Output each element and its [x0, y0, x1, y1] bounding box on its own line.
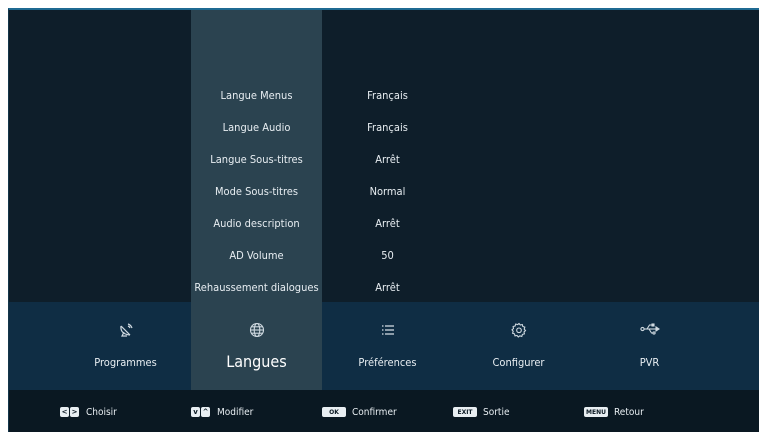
- category-label: Programmes: [94, 356, 157, 369]
- down-key-icon: v: [191, 407, 200, 417]
- up-down-keys: v ^: [191, 407, 211, 417]
- setting-label: Langue Menus: [220, 89, 293, 102]
- hint-label: Sortie: [483, 406, 510, 418]
- category-label: Langues: [226, 352, 287, 371]
- category-langues[interactable]: Langues: [191, 302, 322, 390]
- setting-row-subtitle-language[interactable]: Langue Sous-titres Arrêt: [9, 150, 759, 170]
- category-label: Configurer: [492, 356, 545, 369]
- settings-panel: Langue Menus Français Langue Audio Franç…: [9, 10, 759, 390]
- category-label: Préférences: [358, 356, 417, 369]
- list-icon: [322, 322, 453, 342]
- setting-value[interactable]: Arrêt: [322, 214, 453, 234]
- category-pvr[interactable]: PVR: [584, 302, 715, 390]
- hint-label: Choisir: [86, 406, 117, 418]
- category-bar: Programmes Langues Préférences Configure…: [9, 302, 759, 390]
- setting-label: AD Volume: [229, 249, 284, 262]
- up-key-icon: ^: [201, 407, 210, 417]
- usb-icon: [584, 322, 715, 342]
- setting-value[interactable]: 50: [322, 246, 453, 266]
- hint-label: Modifier: [217, 406, 254, 418]
- hint-choose: < > Choisir: [60, 404, 117, 420]
- setting-label: Langue Audio: [222, 121, 291, 134]
- setting-value[interactable]: Arrêt: [322, 150, 453, 170]
- hint-back: MENU Retour: [584, 404, 644, 420]
- category-configurer[interactable]: Configurer: [453, 302, 584, 390]
- category-preferences[interactable]: Préférences: [322, 302, 453, 390]
- setting-row-audio-description[interactable]: Audio description Arrêt: [9, 214, 759, 234]
- setting-label: Langue Sous-titres: [210, 153, 303, 166]
- hint-bar: < > Choisir v ^ Modifier OK Confirmer EXIT…: [9, 390, 759, 432]
- setting-label: Audio description: [213, 217, 300, 230]
- left-right-keys: < >: [60, 407, 80, 417]
- gear-icon: [453, 322, 584, 342]
- hint-modify: v ^ Modifier: [191, 404, 253, 420]
- category-label: PVR: [639, 356, 660, 369]
- exit-key-icon: EXIT: [453, 407, 477, 417]
- hint-exit: EXIT Sortie: [453, 404, 509, 420]
- setting-row-subtitle-mode[interactable]: Mode Sous-titres Normal: [9, 182, 759, 202]
- setting-value[interactable]: Arrêt: [322, 278, 453, 298]
- setting-value[interactable]: Français: [322, 118, 453, 138]
- setting-value[interactable]: Français: [322, 86, 453, 106]
- hint-confirm: OK Confirmer: [322, 404, 397, 420]
- left-key-icon: <: [60, 407, 69, 417]
- setting-row-menu-language[interactable]: Langue Menus Français: [9, 86, 759, 106]
- globe-icon: [191, 322, 322, 342]
- tv-settings-screen: Langue Menus Français Langue Audio Franç…: [8, 8, 759, 432]
- setting-row-dialogue-enhancement[interactable]: Rehaussement dialogues Arrêt: [9, 278, 759, 298]
- hint-label: Confirmer: [352, 406, 397, 418]
- hint-label: Retour: [614, 406, 644, 418]
- category-programmes[interactable]: Programmes: [60, 302, 191, 390]
- menu-key-icon: MENU: [584, 407, 608, 417]
- right-key-icon: >: [70, 407, 79, 417]
- setting-value[interactable]: Normal: [322, 182, 453, 202]
- satellite-dish-icon: [60, 322, 191, 342]
- setting-label: Mode Sous-titres: [214, 185, 299, 198]
- setting-row-audio-language[interactable]: Langue Audio Français: [9, 118, 759, 138]
- ok-key-icon: OK: [322, 407, 346, 417]
- setting-label: Rehaussement dialogues: [194, 281, 319, 294]
- setting-row-ad-volume[interactable]: AD Volume 50: [9, 246, 759, 266]
